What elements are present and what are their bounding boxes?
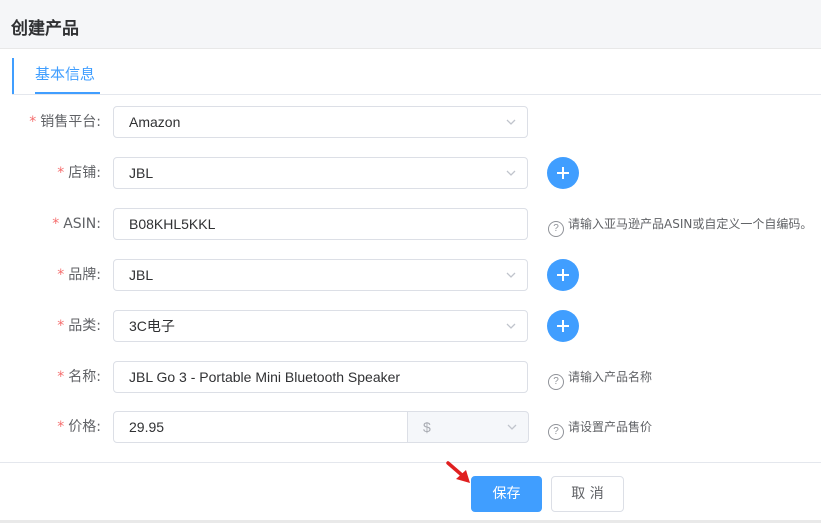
price-input-value: 29.95 <box>129 419 165 435</box>
asin-hint-text: 请输入亚马逊产品ASIN或自定义一个自编码。 <box>568 217 813 231</box>
required-mark: * <box>52 216 60 232</box>
tab-bar: 基本信息 <box>12 58 821 95</box>
platform-label: * 销售平台: <box>29 106 101 138</box>
store-label: * 店铺: <box>57 157 101 189</box>
asin-input[interactable]: B08KHL5KKL <box>113 208 528 240</box>
category-label: * 品类: <box>57 310 101 342</box>
name-label-text: 名称: <box>68 369 101 385</box>
store-select-value: JBL <box>129 165 154 181</box>
form-row-name: * 名称: JBL Go 3 - Portable Mini Bluetooth … <box>0 361 821 393</box>
asin-label-text: ASIN: <box>63 216 101 232</box>
name-input-value: JBL Go 3 - Portable Mini Bluetooth Speak… <box>129 369 401 385</box>
currency-select-value: $ <box>423 419 431 435</box>
currency-select[interactable]: $ <box>407 411 529 443</box>
chevron-down-icon <box>506 272 516 278</box>
required-mark: * <box>57 165 65 181</box>
price-input[interactable]: 29.95 <box>113 411 408 443</box>
asin-input-value: B08KHL5KKL <box>129 216 216 232</box>
plus-icon <box>557 167 569 179</box>
asin-hint: ? 请输入亚马逊产品ASIN或自定义一个自编码。 <box>548 208 812 240</box>
add-category-button[interactable] <box>547 310 579 342</box>
add-brand-button[interactable] <box>547 259 579 291</box>
category-label-text: 品类: <box>68 318 101 334</box>
asin-label: * ASIN: <box>52 208 101 240</box>
plus-icon <box>557 320 569 332</box>
form-footer <box>0 462 821 523</box>
form-row-price: * 价格: 29.95 $ ? 请设置产品售价 <box>0 411 821 443</box>
price-label: * 价格: <box>57 411 101 443</box>
platform-label-text: 销售平台: <box>40 114 101 130</box>
category-select-value: 3C电子 <box>129 318 175 334</box>
active-tab-underline <box>35 92 100 94</box>
required-mark: * <box>57 369 65 385</box>
question-circle-icon: ? <box>548 221 564 237</box>
form-row-platform: * 销售平台: Amazon <box>0 106 821 138</box>
form-row-brand: * 品牌: JBL <box>0 259 821 291</box>
category-select[interactable]: 3C电子 <box>113 310 528 342</box>
chevron-down-icon <box>506 323 516 329</box>
required-mark: * <box>57 419 65 435</box>
name-hint-text: 请输入产品名称 <box>568 370 653 384</box>
brand-label-text: 品牌: <box>68 267 101 283</box>
required-mark: * <box>29 114 37 130</box>
brand-label: * 品牌: <box>57 259 101 291</box>
tab-basic-info[interactable]: 基本信息 <box>35 58 95 94</box>
create-product-page: 创建产品 基本信息 * 销售平台: Amazon * 店铺: JBL * ASIN: … <box>0 0 821 523</box>
chevron-down-icon <box>507 424 517 430</box>
brand-select[interactable]: JBL <box>113 259 528 291</box>
question-circle-icon: ? <box>548 374 564 390</box>
chevron-down-icon <box>506 170 516 176</box>
form-row-store: * 店铺: JBL <box>0 157 821 189</box>
name-hint: ? 请输入产品名称 <box>548 361 652 393</box>
form-row-category: * 品类: 3C电子 <box>0 310 821 342</box>
page-header: 创建产品 <box>0 0 821 49</box>
price-hint-text: 请设置产品售价 <box>568 420 653 434</box>
name-input[interactable]: JBL Go 3 - Portable Mini Bluetooth Speak… <box>113 361 528 393</box>
brand-select-value: JBL <box>129 267 154 283</box>
price-label-text: 价格: <box>68 419 101 435</box>
page-title: 创建产品 <box>11 19 79 39</box>
chevron-down-icon <box>506 119 516 125</box>
red-arrow-annotation-icon <box>446 461 470 483</box>
name-label: * 名称: <box>57 361 101 393</box>
price-hint: ? 请设置产品售价 <box>548 411 652 443</box>
add-store-button[interactable] <box>547 157 579 189</box>
platform-select-value: Amazon <box>129 114 181 130</box>
required-mark: * <box>57 318 65 334</box>
plus-icon <box>557 269 569 281</box>
store-label-text: 店铺: <box>68 165 101 181</box>
platform-select[interactable]: Amazon <box>113 106 528 138</box>
tab-bar-accent <box>12 58 14 94</box>
question-circle-icon: ? <box>548 424 564 440</box>
store-select[interactable]: JBL <box>113 157 528 189</box>
required-mark: * <box>57 267 65 283</box>
form-row-asin: * ASIN: B08KHL5KKL ? 请输入亚马逊产品ASIN或自定义一个自编码… <box>0 208 821 240</box>
save-button[interactable]: 保存 <box>471 476 542 512</box>
cancel-button[interactable]: 取 消 <box>551 476 624 512</box>
